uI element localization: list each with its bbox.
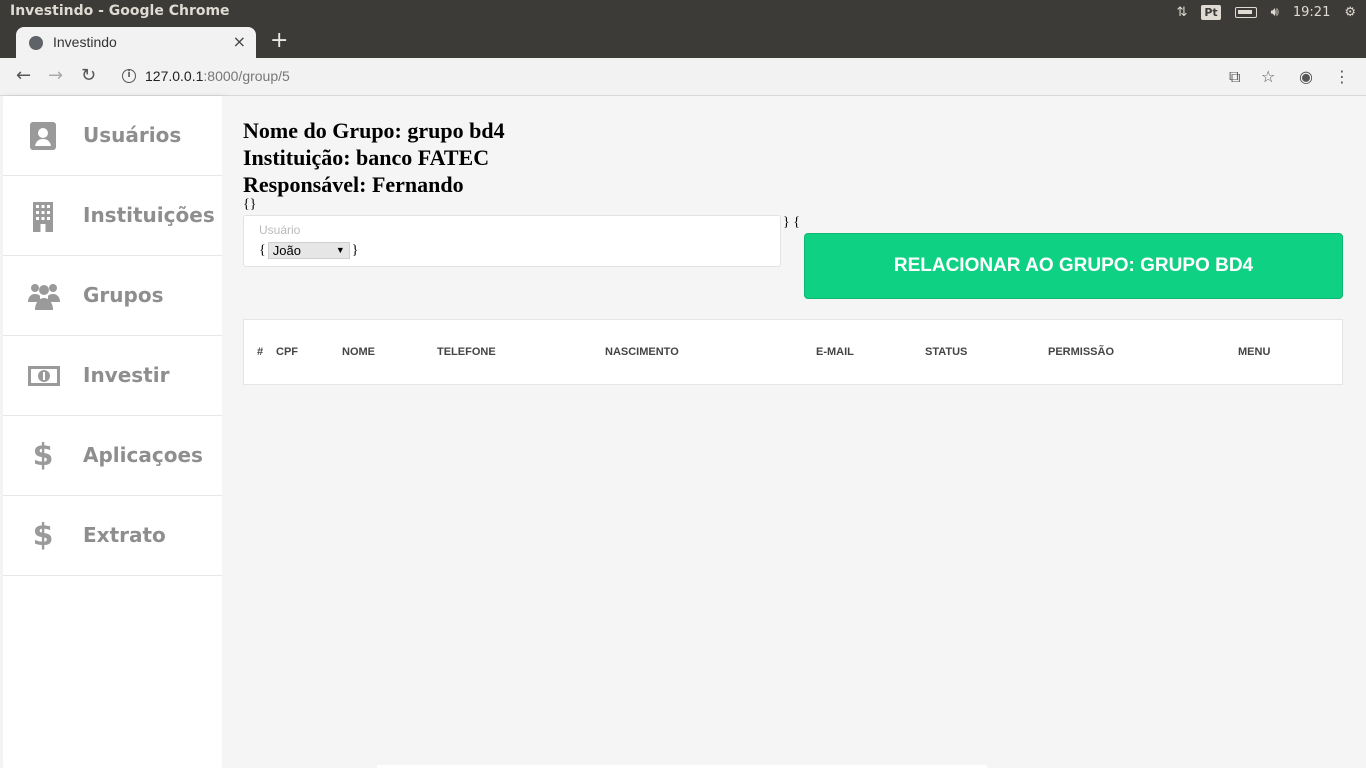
os-title-bar: Investindo - Google Chrome ⇅ Pt 🔊︎ 19:21… bbox=[0, 0, 1366, 24]
table-header-menu: MENU bbox=[1238, 346, 1271, 358]
keyboard-layout-indicator[interactable]: Pt bbox=[1201, 4, 1221, 20]
sidebar-item-usuarios[interactable]: Usuários bbox=[3, 96, 222, 176]
table-header-nascimento: NASCIMENTO bbox=[605, 346, 679, 358]
building-icon bbox=[27, 200, 59, 232]
sidebar: Usuários Instituições Grupos Investir $ … bbox=[3, 96, 222, 768]
settings-gear-icon[interactable]: ⚙ bbox=[1344, 5, 1356, 20]
tab-investindo[interactable]: Investindo × bbox=[16, 27, 256, 58]
sidebar-item-label: Investir bbox=[83, 363, 170, 387]
site-info-icon[interactable]: i bbox=[122, 69, 136, 83]
reload-icon[interactable]: ↻ bbox=[81, 65, 96, 86]
window-title: Investindo - Google Chrome bbox=[10, 3, 230, 19]
table-header-status: STATUS bbox=[925, 346, 968, 358]
main-content: Nome do Grupo: grupo bd4 Instituição: ba… bbox=[222, 96, 1366, 768]
tab-strip: Investindo × + bbox=[0, 24, 1366, 58]
dropdown-arrow-icon: ▼ bbox=[335, 245, 345, 255]
dollar-icon: $ bbox=[32, 438, 54, 473]
tab-title: Investindo bbox=[53, 34, 117, 50]
group-responsible-heading: Responsável: Fernando bbox=[243, 172, 464, 197]
dollar-icon: $ bbox=[32, 518, 54, 553]
user-select-row: { João ▼ } bbox=[259, 242, 358, 259]
system-tray: ⇅ Pt 🔊︎ 19:21 ⚙ bbox=[1176, 0, 1366, 24]
sidebar-item-label: Extrato bbox=[83, 523, 166, 547]
group-institution-heading: Instituição: banco FATEC bbox=[243, 145, 490, 170]
translate-icon[interactable]: ⧉ bbox=[1229, 67, 1240, 87]
tab-close-icon[interactable]: × bbox=[233, 32, 246, 51]
group-name-heading: Nome do Grupo: grupo bd4 bbox=[243, 118, 505, 143]
bookmark-star-icon[interactable]: ☆ bbox=[1261, 67, 1275, 86]
table-header-cpf: CPF bbox=[276, 346, 298, 358]
table-header-email: E-MAIL bbox=[816, 346, 854, 358]
selected-user: João bbox=[272, 243, 301, 258]
globe-icon bbox=[29, 36, 43, 50]
sidebar-item-aplicacoes[interactable]: $ Aplicaçoes bbox=[3, 416, 222, 496]
sidebar-item-label: Grupos bbox=[83, 283, 164, 307]
sidebar-item-investir[interactable]: Investir bbox=[3, 336, 222, 416]
table-header-nome: NOME bbox=[342, 346, 375, 358]
url-text[interactable]: 127.0.0.1:8000/group/5 bbox=[145, 68, 290, 84]
user-select[interactable]: João ▼ bbox=[267, 242, 350, 259]
sidebar-item-grupos[interactable]: Grupos bbox=[3, 256, 222, 336]
user-field-label: Usuário bbox=[259, 223, 301, 237]
users-icon bbox=[27, 280, 60, 312]
members-table: # CPF NOME TELEFONE NASCIMENTO E-MAIL ST… bbox=[243, 319, 1343, 385]
forward-arrow-icon[interactable]: → bbox=[48, 65, 63, 86]
raw-brace-open: { bbox=[259, 242, 266, 258]
money-bill-icon bbox=[27, 360, 60, 392]
new-tab-button[interactable]: + bbox=[270, 28, 288, 53]
table-header-permissao: PERMISSÃO bbox=[1048, 346, 1115, 358]
sidebar-item-label: Usuários bbox=[83, 123, 182, 147]
user-select-card: Usuário { João ▼ } bbox=[243, 215, 781, 267]
network-icon[interactable]: ⇅ bbox=[1176, 5, 1187, 20]
sidebar-item-extrato[interactable]: $ Extrato bbox=[3, 496, 222, 576]
raw-template-braces-mid: } { bbox=[783, 215, 800, 230]
sidebar-item-instituicoes[interactable]: Instituições bbox=[3, 176, 222, 256]
back-arrow-icon[interactable]: ← bbox=[16, 65, 31, 86]
address-book-icon bbox=[27, 120, 59, 152]
table-header-index: # bbox=[257, 346, 264, 358]
table-header-telefone: TELEFONE bbox=[437, 346, 496, 358]
relate-to-group-button[interactable]: RELACIONAR AO GRUPO: GRUPO BD4 bbox=[804, 233, 1343, 299]
raw-template-braces: {} bbox=[243, 197, 257, 212]
sidebar-item-label: Instituições bbox=[83, 203, 215, 227]
battery-icon[interactable] bbox=[1234, 6, 1257, 18]
clock[interactable]: 19:21 bbox=[1293, 5, 1330, 20]
extension-icon[interactable]: ◉ bbox=[1299, 67, 1313, 86]
sidebar-item-label: Aplicaçoes bbox=[83, 443, 203, 467]
browser-toolbar: ← → ↻ i 127.0.0.1:8000/group/5 ⧉ ☆ ◉ ⋮ bbox=[0, 58, 1366, 96]
menu-kebab-icon[interactable]: ⋮ bbox=[1334, 67, 1350, 86]
volume-icon[interactable]: 🔊︎ bbox=[1271, 5, 1279, 20]
address-bar[interactable]: i 127.0.0.1:8000/group/5 bbox=[112, 63, 1212, 91]
raw-brace-close: } bbox=[351, 242, 359, 258]
